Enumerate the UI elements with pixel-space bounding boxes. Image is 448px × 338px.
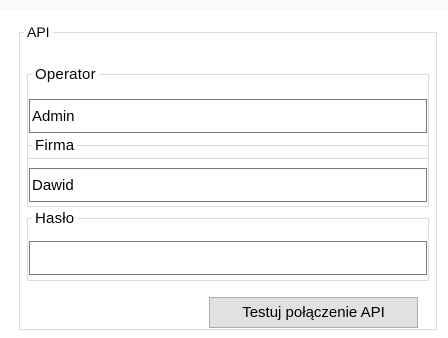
firma-input[interactable] [29,168,427,202]
operator-label: Operator [35,66,96,83]
window-top-strip [0,0,448,10]
haslo-label: Hasło [35,210,75,227]
firma-groupbox: Firma [27,138,429,207]
test-api-connection-button[interactable]: Testuj połączenie API [209,297,418,328]
password-input[interactable] [29,241,427,275]
api-groupbox: API Operator Firma Hasło Testuj połączen… [19,25,437,330]
api-groupbox-label: API [27,24,50,40]
haslo-groupbox: Hasło [27,211,429,281]
operator-input[interactable] [29,99,427,133]
firma-label: Firma [35,137,75,154]
